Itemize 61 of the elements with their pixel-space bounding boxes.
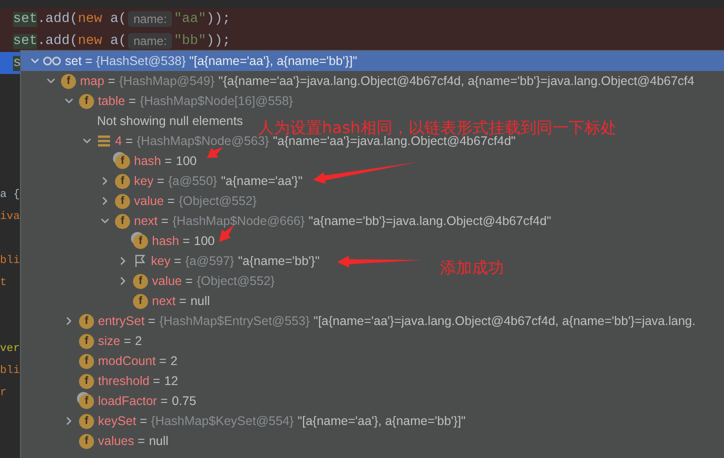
field-icon: f <box>79 434 94 448</box>
variable-text: map = {HashMap@549} "{a{name='aa'}=java.lang.Object@4b67cf4d, a{name='bb'}=java.lang.Object@4b67cf4 <box>80 74 694 88</box>
variable-text: hash = 100 <box>152 234 215 248</box>
chevron-down-icon[interactable] <box>100 216 110 226</box>
field-icon: f <box>79 374 94 388</box>
field-icon: f <box>79 354 94 368</box>
watch-header[interactable]: set = {HashSet@538} "[a{name='aa'}, a{name='bb'}]" <box>21 51 724 71</box>
annotation-text: 添加成功 <box>440 258 504 279</box>
field-icon: f <box>79 94 94 108</box>
variable-text: loadFactor = 0.75 <box>98 394 196 408</box>
info-text: Not showing null elements <box>97 114 243 128</box>
chevron-right-icon[interactable] <box>64 316 74 326</box>
field-icon: f <box>133 234 148 248</box>
code-line: iva <box>0 210 20 225</box>
variable-text: 4 = {HashMap$Node@563} "a{name='aa'}=java.lang.Object@4b67cf4d" <box>115 134 516 148</box>
field-icon: f <box>61 74 76 88</box>
variable-text: next = null <box>152 294 210 308</box>
variable-text: keySet = {HashMap$KeySet@554} "[a{name='aa'}, a{name='bb'}]" <box>98 414 466 428</box>
code-line: bli <box>0 364 20 379</box>
variable-text: value = {Object@552} <box>134 194 257 208</box>
chevron-right-icon[interactable] <box>118 256 128 266</box>
field-icon: f <box>133 294 148 308</box>
annotation-text: 人为设置hash相同，以链表形式挂载到同一下标处 <box>258 118 616 137</box>
code-line: t <box>0 276 7 291</box>
variable-text: table = {HashMap$Node[16]@558} <box>98 94 293 108</box>
code-line: a { <box>0 188 20 203</box>
chevron-down-icon[interactable] <box>46 76 56 86</box>
field-icon: f <box>79 394 94 408</box>
flag-icon <box>133 254 147 268</box>
field-icon: f <box>115 194 130 208</box>
variable-text: key = {a@597} "a{name='bb'}" <box>151 254 320 268</box>
variable-text: size = 2 <box>98 334 142 348</box>
field-icon: f <box>133 274 148 288</box>
variable-text: threshold = 12 <box>98 374 178 388</box>
variable-text: set = {HashSet@538} "[a{name='aa'}, a{name='bb'}]" <box>65 54 358 68</box>
field-icon: f <box>79 314 94 328</box>
annotation-arrow <box>207 147 223 158</box>
variable-text: key = {a@550} "a{name='aa'}" <box>134 174 303 188</box>
variable-text: value = {Object@552} <box>152 274 275 288</box>
chevron-right-icon[interactable] <box>100 196 110 206</box>
variable-text: next = {HashMap$Node@666} "a{name='bb'}=java.lang.Object@4b67cf4d" <box>134 214 552 228</box>
variable-text: modCount = 2 <box>98 354 178 368</box>
field-icon: f <box>115 214 130 228</box>
chevron-down-icon[interactable] <box>64 96 74 106</box>
chevron-down-icon[interactable] <box>30 56 40 66</box>
code-line: r <box>0 386 7 401</box>
chevron-right-icon[interactable] <box>118 276 128 286</box>
variable-text: hash = 100 <box>134 154 197 168</box>
glasses-icon <box>43 56 61 66</box>
variable-text: values = null <box>98 434 168 448</box>
field-icon: f <box>115 174 130 188</box>
chevron-down-icon[interactable] <box>82 136 92 146</box>
field-icon: f <box>79 334 94 348</box>
code-line: bli <box>0 254 20 269</box>
field-icon: f <box>79 414 94 428</box>
chevron-right-icon[interactable] <box>64 416 74 426</box>
list-icon <box>97 135 111 147</box>
variable-text: entrySet = {HashMap$EntrySet@553} "[a{name='aa'}=java.lang.Object@4b67cf4d, a{name='bb'}=java.lang. <box>98 314 696 328</box>
chevron-right-icon[interactable] <box>100 176 110 186</box>
code-line: ver <box>0 342 20 357</box>
field-icon: f <box>115 154 130 168</box>
